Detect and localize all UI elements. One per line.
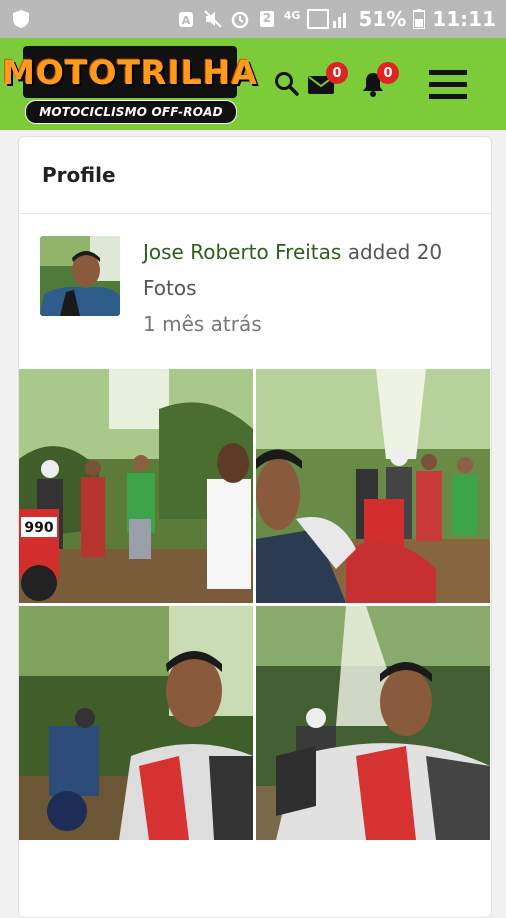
alarm-clock-icon: A xyxy=(176,9,196,29)
menu-icon xyxy=(429,70,467,99)
search-button[interactable] xyxy=(272,38,302,130)
photo-thumbnail[interactable] xyxy=(256,606,490,840)
battery-percent: 51% xyxy=(358,7,407,31)
notifications-badge: 0 xyxy=(377,62,399,84)
card-title: Profile xyxy=(19,137,491,214)
menu-button[interactable] xyxy=(428,38,468,130)
signal-icon xyxy=(307,9,351,29)
app-header: MOTOTRILHA MOTOCICLISMO OFF-ROAD 0 0 xyxy=(0,38,506,130)
post-time: 1 mês atrás xyxy=(143,312,262,336)
author-link[interactable]: Jose Roberto Freitas xyxy=(143,240,341,264)
mototrilha-logo[interactable]: MOTOTRILHA MOTOCICLISMO OFF-ROAD xyxy=(2,46,257,124)
messages-badge: 0 xyxy=(326,62,348,84)
alarm-icon xyxy=(230,9,250,29)
profile-card: Profile Jose Roberto Freitas added 20 Fo… xyxy=(18,136,492,918)
logo-title: MOTOTRILHA xyxy=(2,52,258,92)
shield-icon xyxy=(10,8,32,30)
avatar[interactable] xyxy=(40,236,120,316)
search-icon xyxy=(275,72,299,96)
battery-icon xyxy=(412,9,427,30)
notifications-button[interactable]: 0 xyxy=(360,38,399,130)
svg-text:A: A xyxy=(182,14,191,27)
photo-thumbnail[interactable]: 990 xyxy=(19,369,253,603)
sim-icon: 2 xyxy=(257,9,277,29)
clock: 11:11 xyxy=(432,7,496,31)
messages-button[interactable]: 0 xyxy=(306,38,348,130)
network-type: 4G xyxy=(283,8,301,22)
activity-post-header: Jose Roberto Freitas added 20 Fotos 1 mê… xyxy=(19,214,491,369)
photo-thumbnail[interactable] xyxy=(256,369,490,603)
mute-icon xyxy=(203,9,223,29)
svg-text:990: 990 xyxy=(24,520,53,536)
logo-subtitle: MOTOCICLISMO OFF-ROAD xyxy=(39,105,223,119)
status-bar: A 2 4G 51% 11:11 xyxy=(0,0,506,38)
photo-thumbnail[interactable] xyxy=(19,606,253,840)
photo-grid: 990 xyxy=(19,369,491,841)
